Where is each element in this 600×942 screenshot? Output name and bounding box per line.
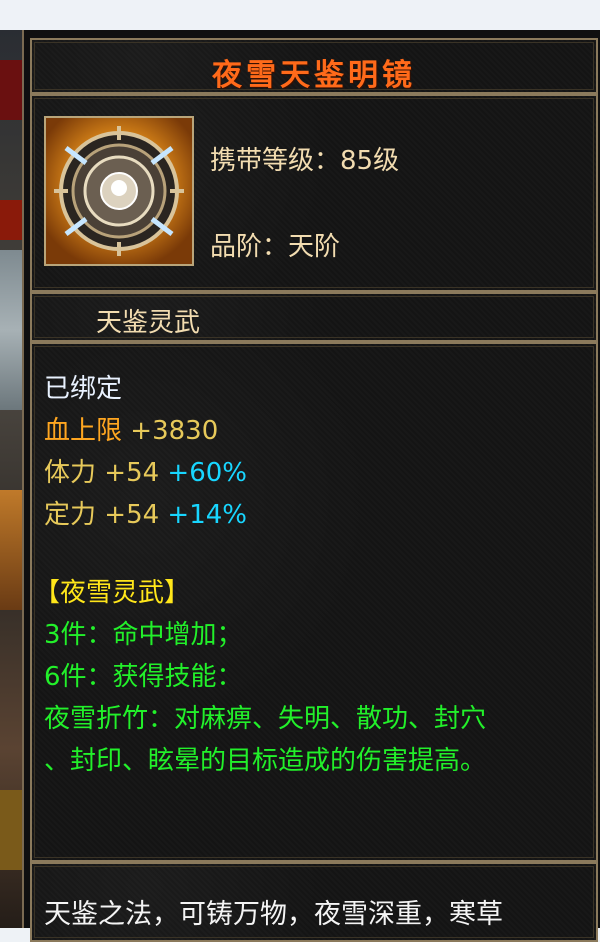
stamina-label: 体力 xyxy=(44,458,97,488)
background-fragment xyxy=(0,250,22,410)
carry-level-label: 携带等级： xyxy=(210,146,341,176)
description-section: 天鉴之法，可铸万物，夜雪深重，寒草 xyxy=(30,862,598,942)
focus-label: 定力 xyxy=(44,500,97,530)
title-section: 夜雪天鉴明镜 xyxy=(30,38,598,94)
carry-level: 携带等级：85级 xyxy=(210,140,399,177)
background-fragment xyxy=(0,490,22,610)
set-bonus-3: 3件：命中增加； xyxy=(44,620,243,650)
item-name: 夜雪天鉴明镜 xyxy=(212,58,416,93)
grade: 品阶：天阶 xyxy=(210,226,340,263)
stamina-percent: +60% xyxy=(167,458,247,488)
hp-stat: 血上限 +3830 xyxy=(44,410,218,447)
game-background-strip xyxy=(0,30,22,928)
attributes-section: 已绑定 血上限 +3830 体力 +54 +60% 定力 +54 +14% 【夜… xyxy=(30,342,598,862)
item-tooltip-panel: 夜雪天鉴明镜 携带等级：85级 品阶：天阶 天鉴灵武 已绑定 血上限 +3830… xyxy=(22,30,600,942)
stamina-stat: 体力 +54 +60% xyxy=(44,452,247,489)
set-skill-line-1: 夜雪折竹：对麻痹、失明、散功、封穴 xyxy=(44,704,487,734)
browser-top-bar xyxy=(0,0,600,30)
hp-value: +3830 xyxy=(130,416,219,446)
hp-label: 血上限 xyxy=(44,416,123,446)
set-bonus-6: 6件：获得技能： xyxy=(44,662,243,692)
focus-percent: +14% xyxy=(167,500,247,530)
background-fragment xyxy=(0,200,22,240)
bound-status: 已绑定 xyxy=(44,374,123,404)
subtype-section: 天鉴灵武 xyxy=(30,292,598,342)
set-name: 【夜雪灵武】 xyxy=(34,578,191,608)
focus-value: +54 xyxy=(104,500,160,530)
item-subtype: 天鉴灵武 xyxy=(96,308,201,338)
item-description: 天鉴之法，可铸万物，夜雪深重，寒草 xyxy=(44,899,503,930)
background-fragment xyxy=(0,790,22,870)
grade-value: 天阶 xyxy=(288,232,341,262)
carry-level-value: 85级 xyxy=(340,146,400,176)
item-info-section: 携带等级：85级 品阶：天阶 xyxy=(30,94,598,292)
mirror-weapon-icon xyxy=(44,116,194,266)
stamina-value: +54 xyxy=(104,458,160,488)
grade-label: 品阶： xyxy=(210,232,289,262)
set-skill-line-2: 、封印、眩晕的目标造成的伤害提高。 xyxy=(44,746,487,776)
background-fragment xyxy=(0,60,22,120)
focus-stat: 定力 +54 +14% xyxy=(44,494,247,531)
